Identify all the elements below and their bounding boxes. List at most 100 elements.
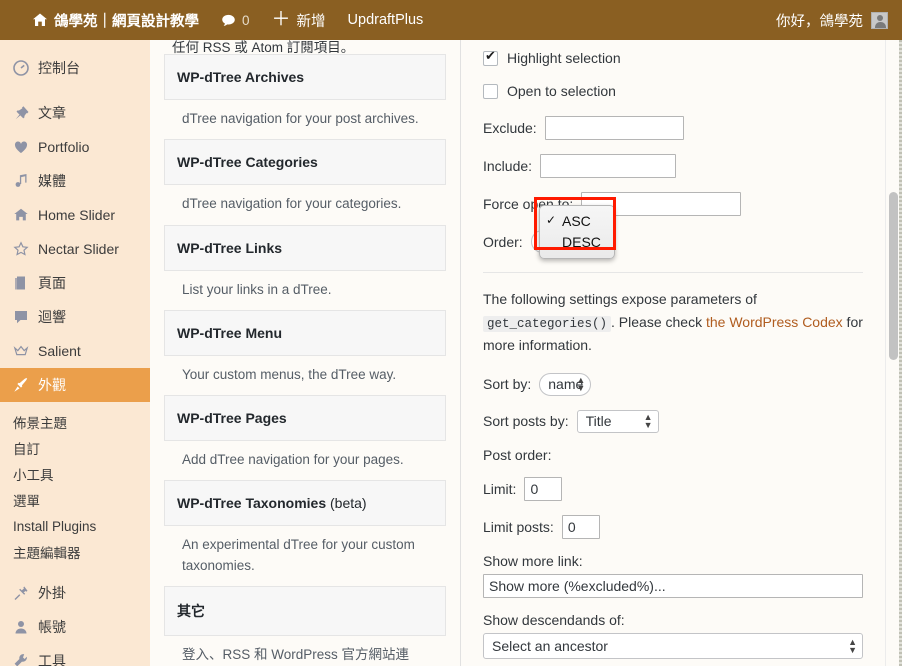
sidebar-item-posts[interactable]: 文章 [0,96,150,130]
sort-posts-by-select[interactable]: Title [576,409,659,433]
comment-bubble-icon [221,13,236,28]
admin-page: 鴿學苑｜網頁設計教學 0 ＋ 新增 UpdraftPlus 你好，鴿學苑 控制台… [0,0,902,666]
show-more-link-input[interactable] [483,573,863,598]
sidebar-item-label: 外掛 [38,585,66,601]
admin-bar-updraftplus[interactable]: UpdraftPlus [337,0,435,40]
sidebar-item-label: 帳號 [38,619,66,635]
sidebar-subitem-label: 小工具 [13,468,54,483]
star-icon [12,241,29,258]
sort-by-row: Sort by: name ▲ ▼ [483,372,863,396]
sidebar-item-label: Home Slider [38,207,116,223]
wordpress-codex-link[interactable]: the WordPress Codex [706,314,843,330]
widget-card[interactable]: WP-dTree Archives [164,54,446,100]
media-icon [12,173,29,190]
sidebar-subitem-customize[interactable]: 自訂 [0,435,150,461]
updraftplus-label: UpdraftPlus [347,12,424,28]
sidebar-subitem-menus[interactable]: 選單 [0,487,150,513]
show-descendands-of-row: Show descendands of: Select an ancestor … [483,612,863,659]
admin-bar-comments[interactable]: 0 [210,0,261,40]
note-text-2: . Please check [611,313,706,330]
checkmark-icon: ✓ [546,213,557,227]
sidebar-subitem-widgets[interactable]: 小工具 [0,461,150,487]
limit-posts-row: Limit posts: [483,514,863,539]
limit-posts-input[interactable] [561,514,600,539]
available-widgets-column: 任何 RSS 或 Atom 訂閱項目。 WP-dTree Archives dT… [150,40,460,666]
sidebar-subitem-themes[interactable]: 佈景主題 [0,409,150,435]
sidebar-subitem-label: 選單 [13,494,40,509]
sidebar-item-portfolio[interactable]: Portfolio [0,130,150,164]
sidebar-item-salient[interactable]: Salient [0,334,150,368]
admin-bar-new-content[interactable]: ＋ 新增 [261,0,337,40]
sidebar-item-nectar-slider[interactable]: Nectar Slider [0,232,150,266]
sidebar-subitem-label: 自訂 [13,442,40,457]
show-more-link-label: Show more link: [483,552,583,569]
widget-title: 其它 [177,602,205,619]
include-input[interactable] [540,154,677,178]
portfolio-icon [12,139,29,156]
sidebar-item-label: 工具 [38,653,66,666]
widget-card[interactable]: WP-dTree Categories [164,139,446,186]
sidebar-item-label: 媒體 [38,173,66,189]
sidebar-item-pages[interactable]: 頁面 [0,266,150,300]
widget-card[interactable]: WP-dTree Taxonomies (beta) [164,480,446,527]
sort-by-select[interactable]: name [539,372,592,396]
pages-icon [12,275,29,292]
wrench-icon [12,653,29,666]
widget-card[interactable]: WP-dTree Pages [164,395,446,441]
highlight-selection-checkbox[interactable] [483,49,498,66]
note-text-1: The following settings expose parameters… [483,291,757,307]
widget-description: Your custom menus, the dTree way. [182,366,397,382]
limit-input[interactable] [524,476,563,501]
page-scrollbar-thumb[interactable] [889,192,898,360]
open-to-selection-row[interactable]: Open to selection [483,83,863,99]
widget-title-beta: (beta) [326,495,367,512]
exclude-label: Exclude: [483,120,537,136]
widget-card[interactable]: 其它 [164,585,446,636]
post-order-option-asc[interactable]: ✓ ASC [540,211,614,232]
widget-description: Add dTree navigation for your pages. [182,452,404,467]
highlight-selection-row[interactable]: Highlight selection [483,49,863,66]
sort-posts-by-row: Sort posts by: Title ▲ ▼ [483,409,863,433]
sidebar-item-media[interactable]: 媒體 [0,164,150,198]
note-code: get_categories() [483,315,612,332]
sidebar-item-comments[interactable]: 迴響 [0,300,150,334]
sidebar-item-users[interactable]: 帳號 [0,610,150,644]
sidebar-item-label: Salient [38,343,81,359]
exclude-input[interactable] [544,116,684,140]
post-order-option-label: ASC [562,213,591,229]
open-to-selection-checkbox[interactable] [483,83,498,99]
limit-label: Limit: [483,480,517,497]
sidebar-item-tools[interactable]: 工具 [0,644,150,666]
dashboard-icon [12,60,29,77]
sidebar-subitem-theme-editor[interactable]: 主題編輯器 [0,539,150,565]
sidebar-item-plugins[interactable]: 外掛 [0,576,150,610]
show-more-link-row: Show more link: [483,553,863,598]
sidebar-subitem-install-plugins[interactable]: Install Plugins [0,513,150,539]
sidebar-item-dashboard[interactable]: 控制台 [0,51,150,85]
widget-title: WP-dTree Menu [177,324,283,341]
admin-bar-left: 鴿學苑｜網頁設計教學 0 ＋ 新增 UpdraftPlus [0,0,434,40]
sidebar-item-label: 外觀 [38,377,66,393]
user-avatar-icon [871,11,888,29]
exclude-row: Exclude: [483,116,863,140]
sidebar-item-label: 控制台 [38,60,80,76]
limit-row: Limit: [483,476,863,501]
widget-card[interactable]: WP-dTree Menu [164,309,446,356]
sidebar-item-home-slider[interactable]: Home Slider [0,198,150,232]
include-label: Include: [483,158,533,174]
admin-bar-account[interactable]: 你好，鴿學苑 [776,10,902,31]
show-descendands-of-select-wrapper: Select an ancestor ▲ ▼ [483,632,863,659]
admin-sidebar-menu: 控制台 文章 Portfolio 媒體 Home Slider Nectar S… [0,40,150,666]
sidebar-item-label: 頁面 [38,275,66,291]
plus-icon: ＋ [271,8,291,30]
post-order-dropdown-menu[interactable]: ✓ ASC DESC [539,205,615,259]
show-descendands-of-label: Show descendands of: [483,611,625,628]
sidebar-item-appearance[interactable]: 外觀 [0,368,150,402]
admin-bar-site-name[interactable]: 鴿學苑｜網頁設計教學 [32,0,210,40]
widget-card[interactable]: WP-dTree Links [164,224,446,271]
show-descendands-of-select[interactable]: Select an ancestor [483,632,863,659]
widget-description: dTree navigation for your post archives. [182,111,419,126]
order-label: Order: [483,233,523,250]
post-order-option-desc[interactable]: DESC [540,232,614,253]
sidebar-item-label: Nectar Slider [38,241,119,257]
